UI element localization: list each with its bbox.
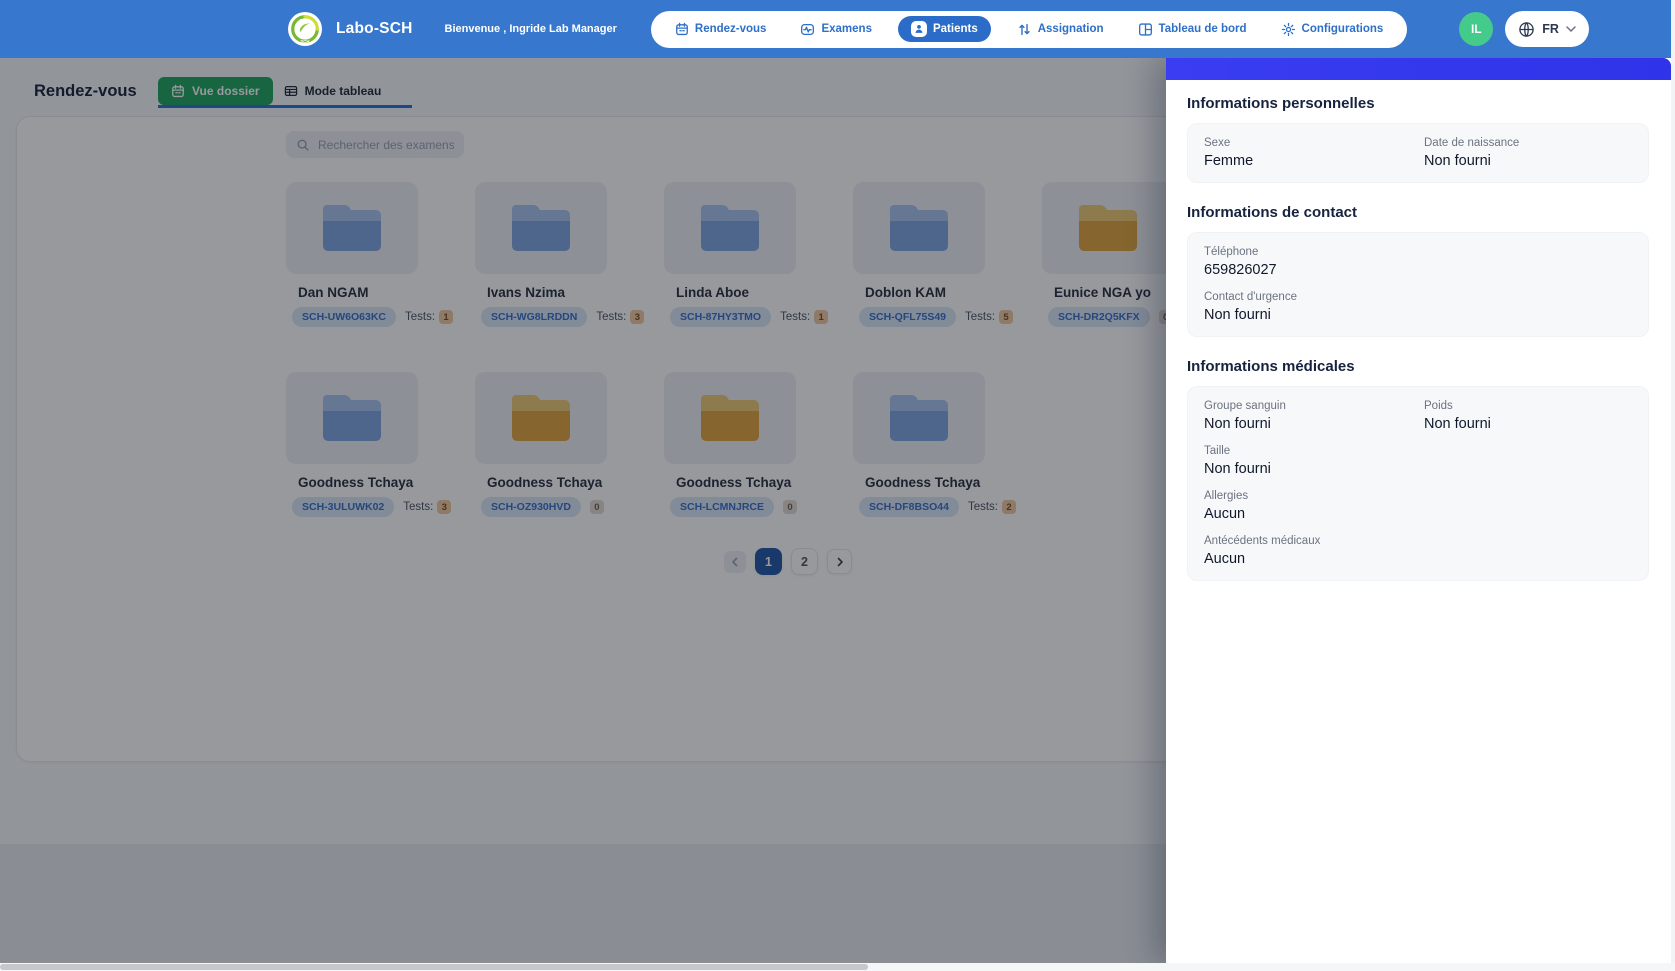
field-label: Contact d'urgence — [1204, 291, 1297, 303]
field-value: Non fourni — [1424, 416, 1491, 432]
field-label: Sexe — [1204, 137, 1231, 149]
drawer-section: Informations de contact Téléphone 659826… — [1187, 204, 1649, 337]
avatar[interactable]: IL — [1459, 12, 1494, 46]
field-label: Antécédents médicaux — [1204, 535, 1321, 547]
drawer-section: Informations médicales Groupe sanguin No… — [1187, 358, 1649, 581]
info-field: Taille Non fourni — [1204, 445, 1632, 477]
field-value: Aucun — [1204, 551, 1246, 567]
info-field: Groupe sanguin Non fourni — [1204, 400, 1412, 432]
gear-icon — [1281, 22, 1296, 37]
app-header: SCH Labo-SCH Bienvenue , Ingride Lab Man… — [0, 0, 1675, 58]
brand-group: SCH Labo-SCH Bienvenue , Ingride Lab Man… — [288, 12, 617, 46]
section-title: Informations personnelles — [1187, 95, 1375, 112]
activity-icon — [800, 22, 815, 37]
nav-item-patients[interactable]: Patients — [897, 16, 991, 42]
nav-item-rendez-vous[interactable]: Rendez-vous — [667, 16, 775, 42]
field-value: Femme — [1204, 153, 1254, 169]
field-label: Groupe sanguin — [1204, 400, 1286, 412]
field-label: Téléphone — [1204, 246, 1259, 258]
scrollbar-thumb[interactable] — [0, 964, 868, 970]
user-icon — [910, 21, 927, 37]
nav-item-configurations[interactable]: Configurations — [1273, 16, 1392, 43]
field-label: Allergies — [1204, 490, 1249, 502]
vertical-scrollbar[interactable] — [1671, 0, 1675, 963]
field-value: Non fourni — [1424, 153, 1491, 169]
info-field: Téléphone 659826027 — [1204, 246, 1632, 278]
patient-details-drawer: Informations personnelles Sexe Femme Dat… — [1166, 58, 1671, 963]
info-field: Sexe Femme — [1204, 137, 1412, 169]
field-value: 659826027 — [1204, 262, 1277, 278]
nav-item-examens[interactable]: Examens — [792, 16, 880, 43]
section-card: Groupe sanguin Non fourni Poids Non four… — [1187, 386, 1649, 581]
chevron-down-icon — [1566, 26, 1576, 32]
info-field: Date de naissance Non fourni — [1424, 137, 1632, 169]
drawer-backdrop[interactable] — [0, 58, 1166, 963]
section-card: Sexe Femme Date de naissance Non fourni — [1187, 123, 1649, 183]
field-label: Poids — [1424, 400, 1453, 412]
field-value: Non fourni — [1204, 461, 1271, 477]
drawer-accent-strip — [1166, 58, 1671, 80]
nav-item-assignation[interactable]: Assignation — [1009, 16, 1112, 43]
field-value: Non fourni — [1204, 307, 1271, 323]
info-field: Contact d'urgence Non fourni — [1204, 291, 1632, 323]
welcome-text: Bienvenue , Ingride Lab Manager — [444, 23, 617, 35]
section-card: Téléphone 659826027 Contact d'urgence No… — [1187, 232, 1649, 337]
field-label: Taille — [1204, 445, 1231, 457]
dashboard-icon — [1138, 22, 1153, 37]
horizontal-scrollbar[interactable] — [0, 963, 1675, 971]
labo-sch-logo-icon: SCH — [288, 12, 322, 46]
calendar-icon — [675, 22, 689, 36]
language-selector[interactable]: FR — [1505, 11, 1589, 47]
field-label: Date de naissance — [1424, 137, 1520, 149]
main-nav: Rendez-vous Examens Patients Assignation… — [650, 10, 1408, 48]
app-title: Labo-SCH — [336, 20, 413, 37]
svg-text:SCH: SCH — [300, 39, 309, 44]
section-title: Informations de contact — [1187, 204, 1358, 221]
field-value: Aucun — [1204, 506, 1246, 522]
swap-arrows-icon — [1017, 22, 1032, 37]
drawer-section: Informations personnelles Sexe Femme Dat… — [1187, 95, 1649, 183]
info-field: Allergies Aucun — [1204, 490, 1632, 522]
drawer-body: Informations personnelles Sexe Femme Dat… — [1166, 80, 1671, 581]
language-label: FR — [1542, 22, 1559, 36]
field-value: Non fourni — [1204, 416, 1271, 432]
nav-item-tableau-de-bord[interactable]: Tableau de bord — [1130, 16, 1255, 43]
header-right-group: IL FR — [1459, 11, 1589, 47]
info-field: Poids Non fourni — [1424, 400, 1632, 432]
globe-icon — [1518, 21, 1535, 38]
section-title: Informations médicales — [1187, 358, 1355, 375]
info-field: Antécédents médicaux Aucun — [1204, 535, 1632, 567]
